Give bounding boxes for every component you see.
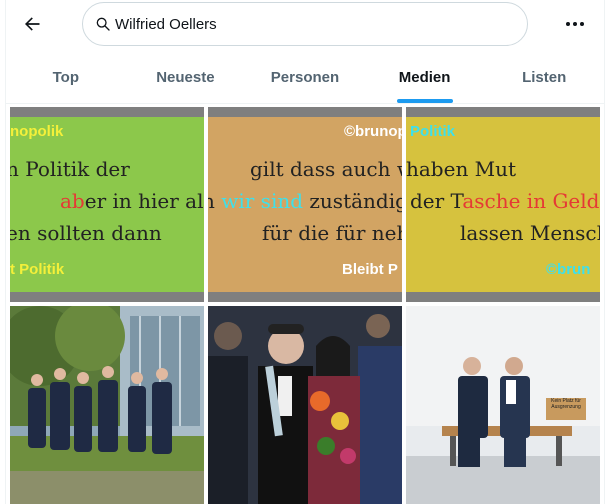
quote-line: der Tasche in Geld m <box>410 189 600 213</box>
quote-line: n Politik der <box>10 157 130 181</box>
quote-line: en sollten dann <box>10 221 162 245</box>
tab-label: Neueste <box>156 69 215 86</box>
bench-sign-text: Kein Platz für Ausgrenzung <box>551 398 581 410</box>
back-button[interactable] <box>16 8 48 40</box>
brand-text: nopolik <box>10 123 64 140</box>
quote-card: ©brunop gilt dass auch wo n wir sind zus… <box>208 117 402 292</box>
media-tile[interactable] <box>208 306 402 504</box>
tab-label: Top <box>52 69 79 86</box>
brand-text: t Politik <box>10 261 65 278</box>
media-tile[interactable]: Politik haben Mut der Tasche in Geld m l… <box>406 107 600 302</box>
tab-listen[interactable]: Listen <box>484 52 604 103</box>
tab-top[interactable]: Top <box>6 52 126 103</box>
search-icon <box>95 16 111 32</box>
brand-text: ©brun <box>546 261 591 278</box>
search-input[interactable] <box>115 15 495 33</box>
tab-neueste[interactable]: Neueste <box>126 52 246 103</box>
brand-text: Bleibt P <box>342 261 398 278</box>
more-horizontal-icon <box>566 22 570 26</box>
quote-line: lassen Mensche <box>460 221 600 245</box>
quote-line: für die für nehn <box>262 221 402 245</box>
media-tile[interactable]: Kein Platz für Ausgrenzung <box>406 306 600 504</box>
brand-text: ©brunop <box>344 123 402 140</box>
quote-line: haben Mut <box>406 157 517 181</box>
media-tile[interactable]: ©brunop gilt dass auch wo n wir sind zus… <box>208 107 402 302</box>
tab-label: Medien <box>398 69 451 86</box>
active-tab-indicator <box>396 99 453 103</box>
more-button[interactable] <box>560 10 590 38</box>
arrow-left-icon <box>25 17 40 31</box>
group-photo <box>10 306 204 504</box>
tab-medien[interactable]: Medien <box>365 52 485 103</box>
media-tile[interactable]: nopolik n Politik der aber in hier alle … <box>10 107 204 302</box>
media-tile[interactable] <box>10 306 204 504</box>
tab-label: Personen <box>270 69 340 86</box>
quote-line: aber in hier alle <box>60 189 204 213</box>
tab-personen[interactable]: Personen <box>245 52 365 103</box>
tab-label: Listen <box>522 69 567 86</box>
award-photo <box>208 306 402 504</box>
search-box[interactable] <box>82 2 528 46</box>
quote-card: nopolik n Politik der aber in hier alle … <box>10 117 204 292</box>
quote-line: n wir sind zuständig w <box>208 189 402 213</box>
brand-text: Politik <box>410 123 456 140</box>
quote-line: gilt dass auch wo <box>250 157 402 181</box>
search-tabs: Top Neueste Personen Medien Listen <box>6 52 604 104</box>
quote-card: Politik haben Mut der Tasche in Geld m l… <box>406 117 600 292</box>
